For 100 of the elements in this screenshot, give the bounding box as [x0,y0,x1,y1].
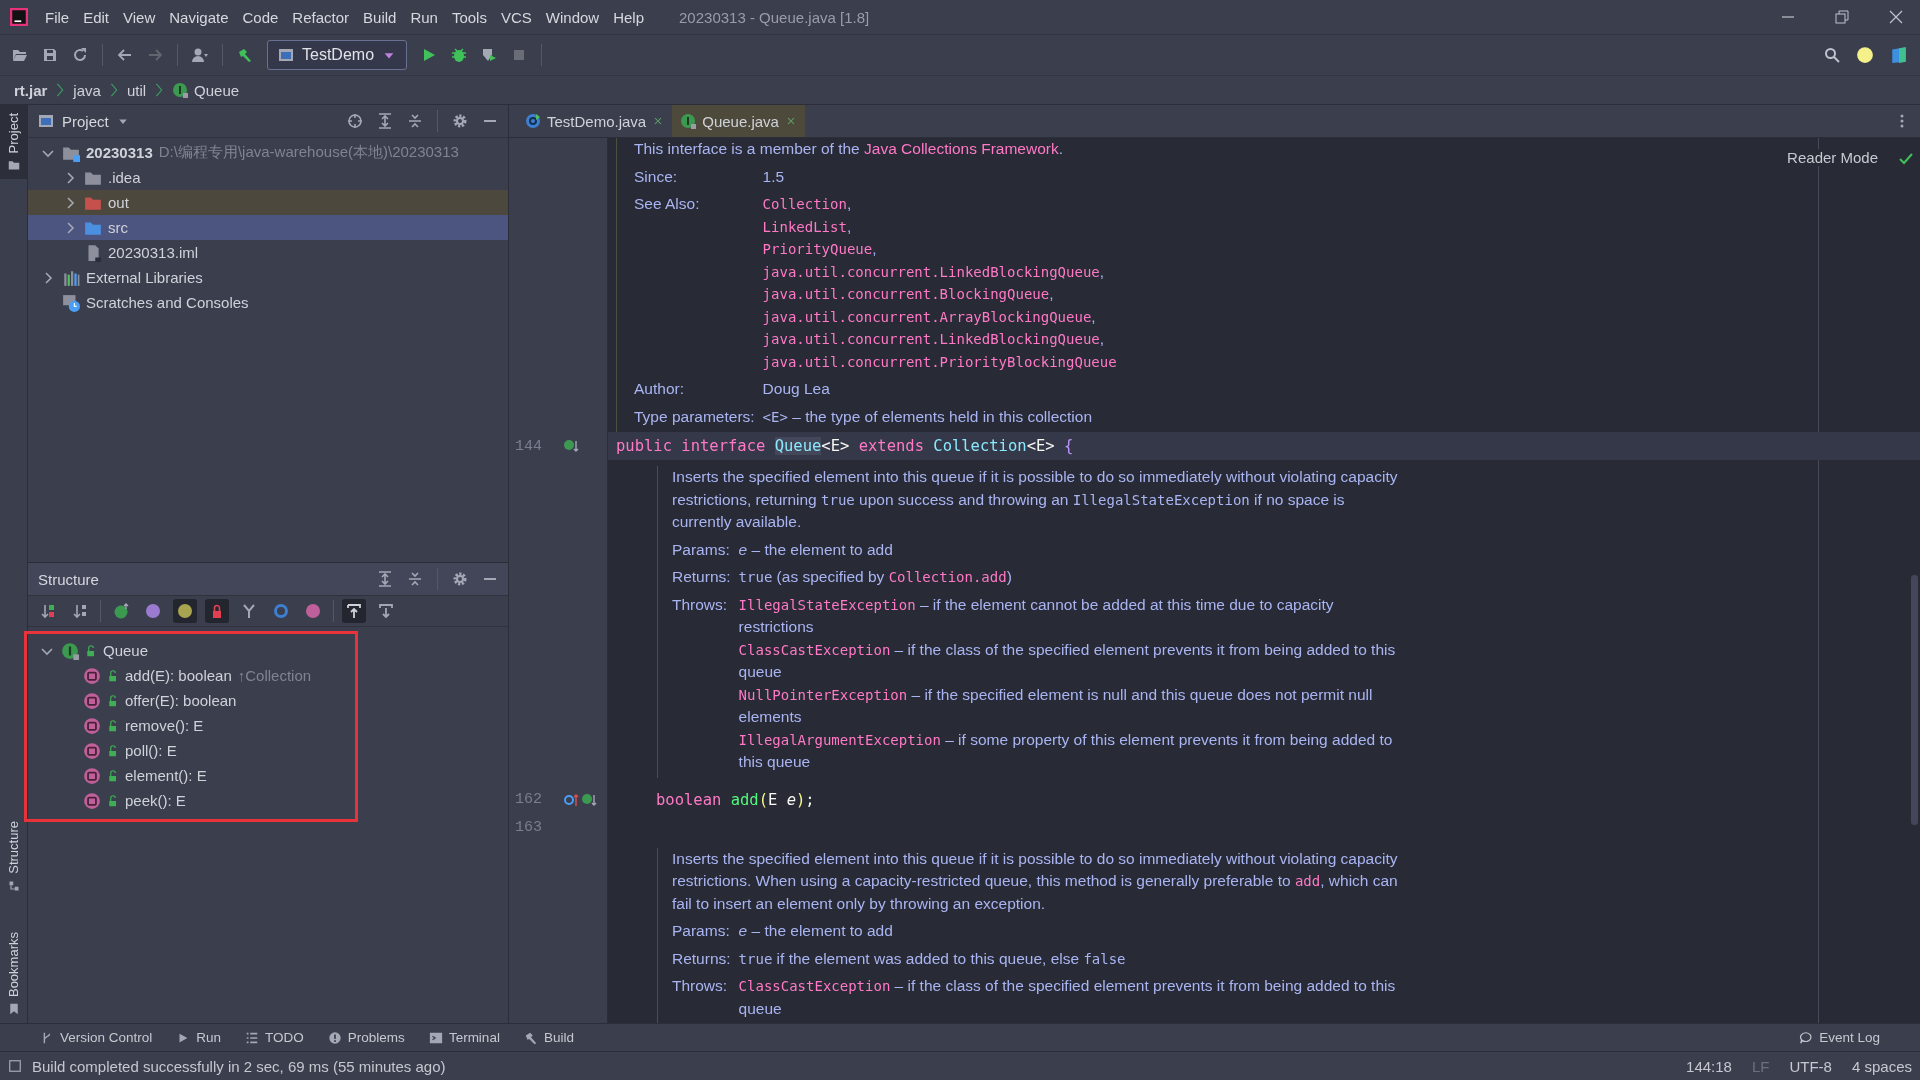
settings-icon[interactable] [452,571,468,587]
editor-tab[interactable]: TestDemo.java [517,105,673,137]
tree-item[interactable]: External Libraries [28,265,508,290]
scrollbar-thumb[interactable] [1911,575,1918,825]
expand-up-icon[interactable] [346,603,362,619]
save-icon[interactable] [42,47,58,63]
close-icon[interactable] [1888,9,1904,25]
collapse-all-icon[interactable] [407,113,423,129]
circle-icon[interactable] [1856,46,1874,64]
circle-icon[interactable] [177,603,193,619]
tool-window-button[interactable]: Terminal [428,1030,500,1045]
tool-window-button[interactable]: Build [523,1030,574,1045]
doc-link[interactable]: java.util.concurrent.BlockingQueue [762,286,1050,302]
unlock-icon [107,719,119,732]
target-icon[interactable] [347,113,363,129]
tree-item[interactable]: src [28,215,508,240]
restore-icon[interactable] [1834,9,1850,25]
app-logo-icon [10,8,28,26]
expand-all-icon[interactable] [377,113,393,129]
doc-link[interactable]: Java Collections Framework [864,140,1059,157]
tree-item[interactable]: peek(): E [27,788,355,813]
doc-link[interactable]: java.util.concurrent.PriorityBlockingQueue [762,353,1117,370]
breadcrumb-item[interactable]: rt.jar [14,81,48,99]
doc-link[interactable]: ClassCastException [738,978,891,994]
menu-item[interactable]: Tools [444,8,494,26]
tree-item[interactable]: out [28,190,508,215]
doc-label: Throws: [672,594,729,615]
sort-alphabetical-icon[interactable] [72,603,88,619]
tool-window-button[interactable]: Event Log [1799,1030,1880,1045]
tree-item[interactable]: add(E): boolean ↑Collection [27,663,355,688]
menu-item[interactable]: Navigate [162,8,236,26]
menu-item[interactable]: Code [235,8,286,26]
gutter-marker-icon[interactable] [563,438,579,454]
breadcrumb-item[interactable]: util [126,81,147,99]
menu-item[interactable]: Window [538,8,607,26]
back-arrow-icon[interactable] [117,47,133,63]
gutter-marker-icon[interactable] [581,791,597,808]
tool-window-button[interactable]: Run [176,1030,222,1045]
tree-item[interactable]: 20230313.iml [28,240,508,265]
tree-item[interactable]: .idea [28,165,508,190]
doc-link[interactable]: java.util.concurrent.LinkedBlockingQueue [762,263,1100,280]
run-configuration-dropdown[interactable]: TestDemo [267,40,408,70]
menu-item[interactable]: Refactor [285,8,357,26]
status-item[interactable]: 4 spaces [1851,1057,1912,1075]
tool-window-button[interactable]: Project [0,105,27,180]
settings-icon[interactable] [452,113,468,129]
doc-link[interactable]: add [1294,873,1321,889]
menu-item[interactable]: File [38,8,77,26]
tool-window-button[interactable]: Bookmarks [0,923,27,1023]
status-item[interactable]: 144:18 [1686,1057,1732,1075]
breadcrumb-item[interactable]: Queue [194,81,240,99]
sync-icon[interactable] [72,47,88,63]
doc-link[interactable]: IllegalArgumentException [738,731,941,748]
menu-item[interactable]: Build [356,8,404,26]
tree-item[interactable]: element(): E [27,763,355,788]
branch-icon[interactable] [241,603,257,619]
inherited-icon[interactable] [113,603,129,619]
doc-link[interactable]: Collection [762,196,847,212]
search-icon[interactable] [1824,47,1840,63]
folder-icon[interactable] [12,47,28,63]
hammer-icon[interactable] [237,47,253,63]
editor-tab[interactable]: Queue.java [672,105,805,137]
menu-item[interactable]: Help [606,8,652,26]
ring-icon[interactable] [273,603,289,619]
menu-item[interactable]: Run [403,8,445,26]
doc-link[interactable]: Collection.add [888,569,1007,585]
doc-text: This interface is a member of the Java Collections Framework. [634,139,1063,159]
doc-link[interactable]: PriorityQueue [762,241,873,257]
doc-link[interactable]: ClassCastException [738,641,891,658]
tree-item[interactable]: Queue [27,638,355,663]
tree-item[interactable]: remove(): E [27,713,355,738]
doc-link[interactable]: LinkedList [762,218,847,235]
doc-link[interactable]: java.util.concurrent.LinkedBlockingQueue [762,331,1100,347]
tool-window-button[interactable]: Problems [327,1030,405,1045]
menu-item[interactable]: View [116,8,163,26]
bug-icon[interactable] [451,47,468,63]
doc-link[interactable]: NullPointerException [738,686,908,703]
tree-item[interactable]: 20230313 D:\编程专用\java-warehouse(本地)\20230313 [28,140,508,165]
user-icon[interactable] [192,47,208,63]
expand-all-icon[interactable] [377,571,393,587]
collapse-all-icon[interactable] [407,571,423,587]
breadcrumb-item[interactable]: java [73,81,101,99]
tool-window-button[interactable]: Version Control [40,1030,153,1045]
doc-label: Author: [634,379,685,399]
sort-icon[interactable] [40,603,56,619]
status-item[interactable]: UTF-8 [1789,1057,1832,1075]
shield-run-icon[interactable] [481,47,498,63]
tree-item[interactable]: Scratches and Consoles [28,290,508,315]
menu-item[interactable]: VCS [493,8,539,26]
hammer-icon [523,1030,538,1045]
panel-toggle-icon[interactable] [8,1059,22,1073]
menu-item[interactable]: Edit [76,8,117,26]
reader-mode-label[interactable]: Reader Mode [1787,149,1878,166]
tool-window-button[interactable]: Structure [0,813,27,900]
doc-link[interactable]: IllegalStateException [738,596,916,613]
tree-item[interactable]: poll(): E [27,738,355,763]
method-icon [83,691,101,710]
tool-window-button[interactable]: TODO [245,1030,304,1045]
tree-item[interactable]: offer(E): boolean [27,688,355,713]
expand-down-icon[interactable] [378,603,394,619]
